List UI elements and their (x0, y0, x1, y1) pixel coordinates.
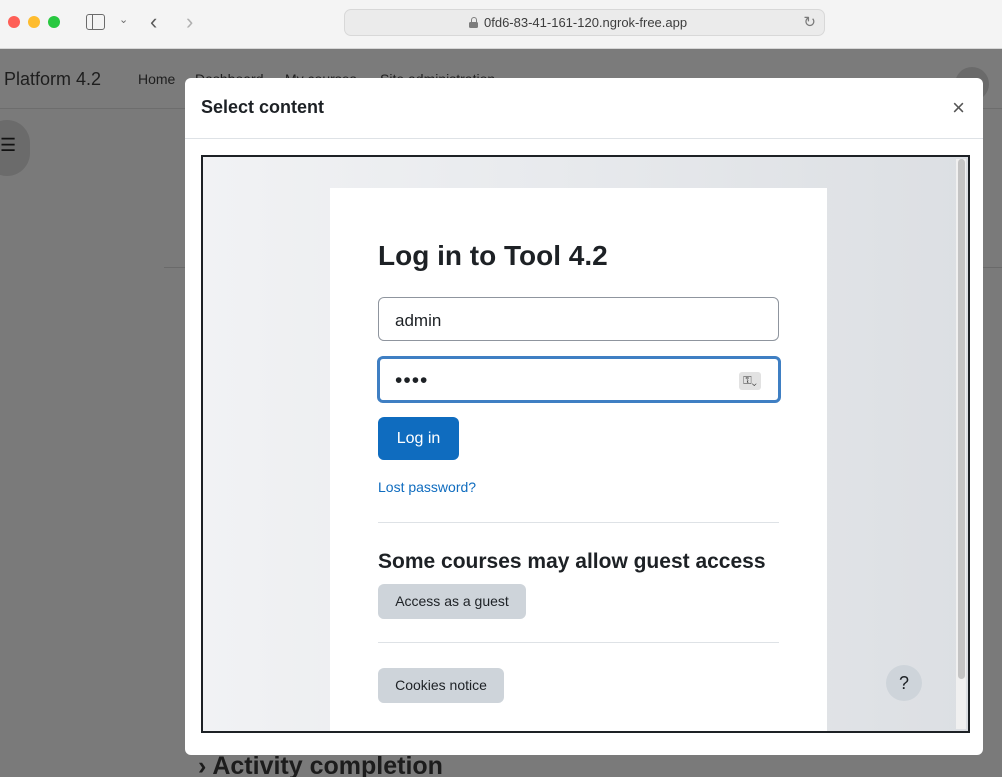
sidebar-toggle-icon[interactable] (86, 14, 105, 30)
address-bar[interactable]: 0fd6-83-41-161-120.ngrok-free.app ↻ (344, 9, 825, 36)
lost-password-link[interactable]: Lost password? (378, 479, 476, 495)
nav-home[interactable]: Home (138, 71, 175, 87)
username-field[interactable]: admin (378, 297, 779, 341)
chevron-down-icon[interactable]: ⌄ (119, 13, 128, 26)
guest-access-heading: Some courses may allow guest access (378, 550, 766, 573)
lock-icon (469, 17, 478, 28)
guest-access-button[interactable]: Access as a guest (378, 584, 526, 619)
divider (378, 642, 779, 643)
section-title: › Activity completion (198, 752, 443, 777)
scrollbar[interactable] (956, 159, 966, 729)
help-button[interactable]: ? (886, 665, 922, 701)
drawer-toggle-button[interactable]: ☰ (0, 120, 30, 176)
login-card: Log in to Tool 4.2 admin •••• ⚿⌄ Log in … (330, 188, 827, 731)
cookies-notice-button[interactable]: Cookies notice (378, 668, 504, 703)
modal-title: Select content (201, 97, 325, 117)
site-brand[interactable]: Platform 4.2 (4, 69, 101, 90)
login-title: Log in to Tool 4.2 (378, 240, 608, 271)
password-field[interactable]: •••• ⚿⌄ (377, 356, 781, 403)
scroll-thumb[interactable] (958, 159, 965, 679)
zoom-window-icon[interactable] (48, 16, 60, 28)
back-icon[interactable]: ‹ (150, 9, 157, 35)
close-window-icon[interactable] (8, 16, 20, 28)
url-text[interactable]: 0fd6-83-41-161-120.ngrok-free.app (484, 15, 687, 30)
username-value: admin (395, 311, 442, 330)
modal-header: Select content × (185, 78, 983, 139)
password-mask: •••• (395, 369, 429, 392)
divider (378, 522, 779, 523)
browser-toolbar: ⌄ ‹ › 0fd6-83-41-161-120.ngrok-free.app … (0, 0, 1002, 49)
minimize-window-icon[interactable] (28, 16, 40, 28)
select-content-modal: Select content × Log in to Tool 4.2 admi… (185, 78, 983, 755)
login-button[interactable]: Log in (378, 417, 459, 460)
reload-icon[interactable]: ↻ (803, 13, 816, 31)
forward-icon[interactable]: › (186, 9, 193, 35)
list-icon: ☰ (0, 135, 17, 155)
content-iframe: Log in to Tool 4.2 admin •••• ⚿⌄ Log in … (201, 155, 970, 733)
key-icon[interactable]: ⚿⌄ (739, 372, 761, 390)
close-icon[interactable]: × (952, 95, 965, 121)
